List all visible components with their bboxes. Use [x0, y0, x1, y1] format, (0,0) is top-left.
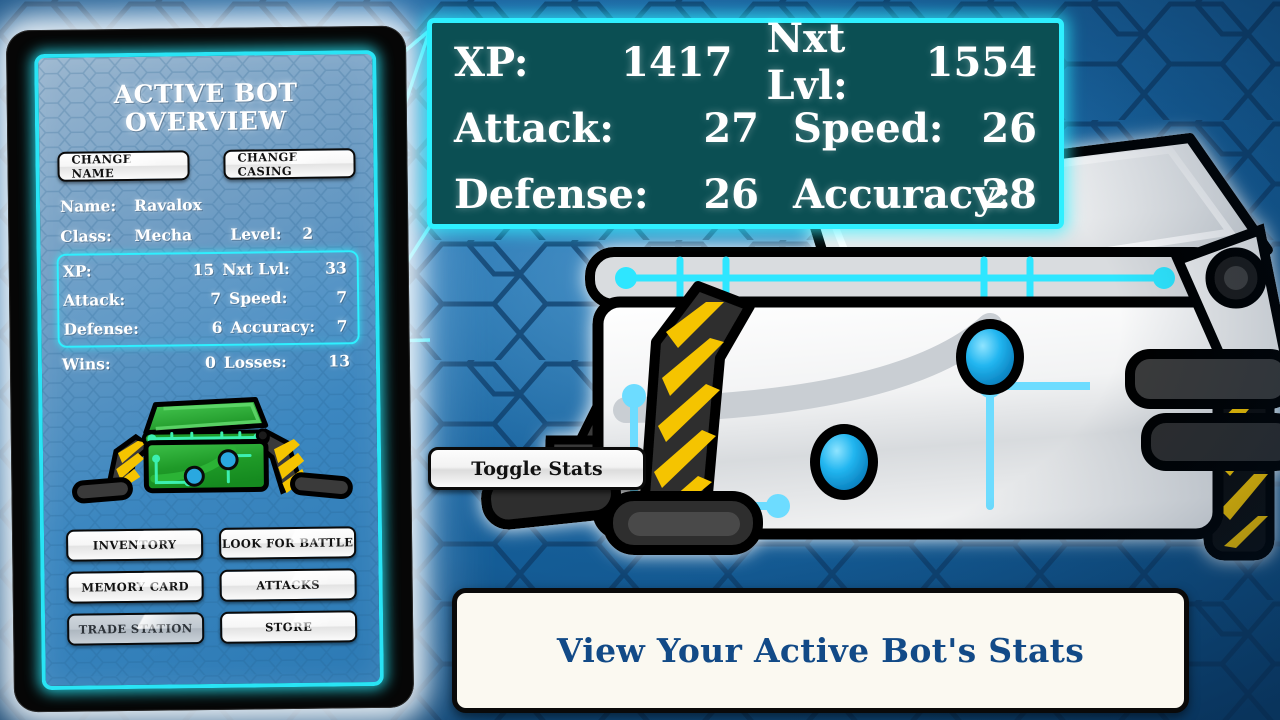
callout-row-xp: XP: 1417 Nxt Lvl: 1554: [454, 15, 1037, 109]
bot-name-label: Name:: [59, 196, 117, 216]
trade-station-button[interactable]: TRADE STATION: [66, 612, 205, 646]
accuracy-label: Accuracy:: [230, 316, 316, 337]
bot-name-row: Name: Ravalox: [60, 188, 354, 222]
bot-action-buttons: CHANGE NAME CHANGE CASING: [53, 148, 359, 182]
inventory-button[interactable]: INVENTORY: [65, 528, 204, 562]
callout-defense-label: Defense:: [454, 170, 649, 218]
bot-level-value: 2: [302, 223, 314, 243]
bot-class-row: Class: Mecha Level: 2: [60, 218, 354, 252]
bot-identity-info: Name: Ravalox Class: Mecha Level: 2: [54, 188, 361, 252]
stat-row-xp: XP: 15 Nxt Lvl: 33: [63, 253, 353, 286]
change-name-button[interactable]: CHANGE NAME: [57, 150, 190, 182]
page-title: ACTIVE BOT OVERVIEW: [52, 78, 359, 137]
callout-xp-value: 1417: [621, 38, 733, 86]
handheld-device-frame: ACTIVE BOT OVERVIEW CHANGE NAME CHANGE C…: [5, 25, 415, 713]
look-for-battle-button[interactable]: LOOK FOR BATTLE: [218, 526, 357, 560]
bot-level-label: Level:: [230, 224, 282, 244]
callout-row-defense: Defense: 26 Accuracy: 28: [454, 161, 1037, 227]
bot-avatar-container: [56, 382, 364, 526]
stat-row-defense: Defense: 6 Accuracy: 7: [63, 311, 353, 344]
page-title-line-2: OVERVIEW: [124, 105, 288, 137]
nxt-lvl-value: 33: [325, 258, 347, 278]
callout-row-attack: Attack: 27 Speed: 26: [454, 95, 1037, 161]
memory-card-button[interactable]: MEMORY CARD: [66, 570, 204, 604]
nxt-lvl-label: Nxt Lvl:: [222, 259, 290, 279]
magnified-stats-callout: XP: 1417 Nxt Lvl: 1554 Attack: 27 Speed:…: [427, 15, 1064, 229]
wins-label: Wins:: [61, 354, 111, 374]
xp-value: 15: [192, 259, 215, 280]
callout-attack-label: Attack:: [454, 104, 615, 152]
callout-xp-label: XP:: [454, 38, 529, 86]
losses-value: 13: [328, 351, 351, 371]
caption-banner: View Your Active Bot's Stats: [452, 588, 1189, 713]
device-screen: ACTIVE BOT OVERVIEW CHANGE NAME CHANGE C…: [34, 49, 384, 691]
wins-value: 0: [204, 352, 216, 373]
bot-name-value: Ravalox: [133, 195, 202, 215]
callout-nxt-lvl-label: Nxt Lvl:: [766, 15, 848, 109]
accuracy-value: 7: [336, 316, 348, 336]
callout-nxt-lvl-value: 1554: [925, 38, 1037, 86]
toggle-stats-button[interactable]: Toggle Stats: [428, 447, 646, 490]
record-row: Wins: 0 Losses: 13: [62, 346, 356, 380]
defense-value: 6: [211, 317, 223, 337]
callout-attack-value: 27: [703, 104, 759, 152]
attacks-button[interactable]: ATTACKS: [219, 568, 357, 602]
callout-speed-value: 26: [981, 104, 1037, 152]
bot-stats-highlight-box[interactable]: XP: 15 Nxt Lvl: 33 Attack: 7 Speed: 7 De…: [56, 250, 360, 348]
caption-text: View Your Active Bot's Stats: [556, 631, 1085, 670]
losses-label: Losses:: [223, 352, 287, 372]
bot-record-info: Wins: 0 Losses: 13: [56, 346, 362, 380]
change-casing-button[interactable]: CHANGE CASING: [223, 148, 356, 180]
speed-value: 7: [336, 287, 348, 307]
stat-row-attack: Attack: 7 Speed: 7: [63, 282, 353, 315]
defense-label: Defense:: [63, 318, 140, 339]
bot-class-value: Mecha: [134, 225, 193, 245]
attack-value: 7: [210, 288, 222, 308]
bot-avatar-green-mecha: [72, 396, 353, 504]
main-menu-buttons: INVENTORY LOOK FOR BATTLE MEMORY CARD AT…: [58, 522, 365, 646]
store-button[interactable]: STORE: [219, 610, 358, 644]
callout-speed-label: Speed:: [793, 104, 944, 152]
callout-accuracy-label: Accuracy:: [793, 170, 1012, 218]
xp-label: XP:: [62, 261, 92, 281]
speed-label: Speed:: [228, 288, 288, 308]
bot-class-label: Class:: [60, 226, 112, 246]
callout-accuracy-value: 28: [981, 170, 1037, 218]
page-title-line-1: ACTIVE BOT: [113, 77, 298, 110]
attack-label: Attack:: [63, 290, 126, 310]
callout-defense-value: 26: [703, 170, 759, 218]
